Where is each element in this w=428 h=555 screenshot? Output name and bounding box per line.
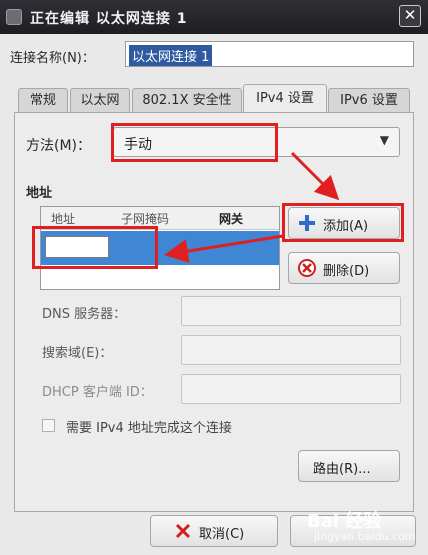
cancel-button[interactable]: 取消(C) bbox=[150, 515, 278, 547]
method-label: 方法(M)： bbox=[26, 138, 92, 154]
connection-name-label: 连接名称(N)： bbox=[10, 51, 95, 66]
add-button-label: 添加(A) bbox=[323, 219, 369, 234]
connection-name-value: 以太网连接 1 bbox=[129, 45, 213, 66]
tab-ethernet[interactable]: 以太网 bbox=[70, 88, 130, 112]
network-app-icon bbox=[6, 9, 22, 25]
dhcp-client-id-input[interactable] bbox=[181, 374, 401, 404]
method-select[interactable]: 手动 ▼ bbox=[113, 127, 400, 157]
edit-connection-window: 正在编辑 以太网连接 1 ✕ 连接名称(N)： 以太网连接 1 常规 以太网 8… bbox=[0, 0, 428, 555]
connection-name-input[interactable]: 以太网连接 1 bbox=[125, 41, 414, 67]
tab-8021x-security[interactable]: 802.1X 安全性 bbox=[132, 88, 242, 112]
routes-button[interactable]: 路由(R)... bbox=[298, 450, 400, 482]
delete-address-button[interactable]: 删除(D) bbox=[288, 252, 400, 284]
column-address[interactable]: 地址 bbox=[51, 210, 75, 227]
cancel-x-icon bbox=[175, 523, 191, 539]
column-netmask[interactable]: 子网掩码 bbox=[121, 210, 169, 227]
delete-button-label: 删除(D) bbox=[323, 264, 370, 279]
cancel-button-label: 取消(C) bbox=[199, 527, 245, 542]
watermark-url: jingyan.baidu.com bbox=[314, 530, 416, 543]
address-table-header: 地址 子网掩码 网关 bbox=[41, 207, 279, 230]
tab-ipv4-settings[interactable]: IPv4 设置 bbox=[243, 84, 327, 113]
require-ipv4-label: 需要 IPv4 地址完成这个连接 bbox=[66, 421, 232, 436]
chevron-down-icon: ▼ bbox=[379, 133, 389, 147]
search-domains-input[interactable] bbox=[181, 335, 401, 365]
dns-servers-input[interactable] bbox=[181, 296, 401, 326]
tab-ipv6-settings[interactable]: IPv6 设置 bbox=[328, 88, 410, 112]
search-domains-label: 搜索域(E)： bbox=[42, 346, 113, 361]
require-ipv4-checkbox[interactable] bbox=[42, 419, 55, 432]
dhcp-client-id-label: DHCP 客户端 ID： bbox=[42, 385, 153, 400]
plus-icon bbox=[299, 215, 315, 231]
delete-x-icon bbox=[298, 259, 316, 277]
routes-button-label: 路由(R)... bbox=[313, 462, 371, 477]
close-button[interactable]: ✕ bbox=[399, 5, 421, 27]
address-section-title: 地址 bbox=[26, 186, 53, 201]
add-address-button[interactable]: 添加(A) bbox=[288, 207, 400, 239]
title-bar: 正在编辑 以太网连接 1 ✕ bbox=[0, 0, 428, 34]
address-cell-editor[interactable] bbox=[45, 236, 109, 258]
address-row[interactable] bbox=[41, 231, 279, 265]
window-title: 正在编辑 以太网连接 1 bbox=[30, 11, 188, 27]
address-table[interactable]: 地址 子网掩码 网关 bbox=[40, 206, 280, 290]
tab-general[interactable]: 常规 bbox=[18, 88, 68, 112]
method-value: 手动 bbox=[124, 137, 152, 153]
dns-label: DNS 服务器： bbox=[42, 307, 127, 322]
column-gateway[interactable]: 网关 bbox=[219, 210, 243, 227]
